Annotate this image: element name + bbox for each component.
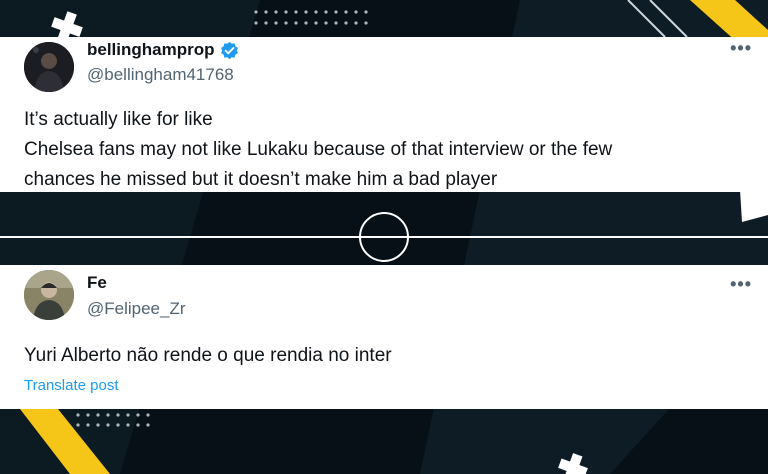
avatar-photo-icon — [24, 42, 74, 92]
avatar[interactable] — [24, 270, 74, 320]
user-handle[interactable]: @bellingham41768 — [87, 65, 234, 85]
display-name-text[interactable]: bellinghamprop — [87, 40, 215, 60]
tweet-card[interactable]: Fe @Felipee_Zr ••• Yuri Alberto não rend… — [0, 265, 768, 409]
display-name[interactable]: bellinghamprop — [87, 40, 239, 60]
display-name-text[interactable]: Fe — [87, 273, 107, 293]
user-handle[interactable]: @Felipee_Zr — [87, 299, 186, 319]
verified-badge-icon — [220, 41, 238, 59]
avatar[interactable] — [24, 42, 74, 92]
tweet-text-line: Chelsea fans may not like Lukaku because… — [24, 139, 613, 160]
tweet-text-line: It’s actually like for like — [24, 109, 213, 130]
avatar-photo-icon — [24, 270, 74, 320]
display-name[interactable]: Fe — [87, 273, 107, 293]
tweet-text-line: chances he missed but it doesn’t make hi… — [24, 169, 498, 190]
tweet-text: Yuri Alberto não rende o que rendia no i… — [24, 341, 748, 371]
translate-post-link[interactable]: Translate post — [24, 377, 119, 394]
tweet-text: It’s actually like for like Chelsea fans… — [24, 105, 748, 195]
more-options-button[interactable]: ••• — [730, 38, 752, 59]
tweet-card[interactable]: bellinghamprop @bellingham41768 ••• It’s… — [0, 37, 768, 192]
more-options-button[interactable]: ••• — [730, 274, 752, 295]
tweet-text-line: Yuri Alberto não rende o que rendia no i… — [24, 345, 392, 366]
